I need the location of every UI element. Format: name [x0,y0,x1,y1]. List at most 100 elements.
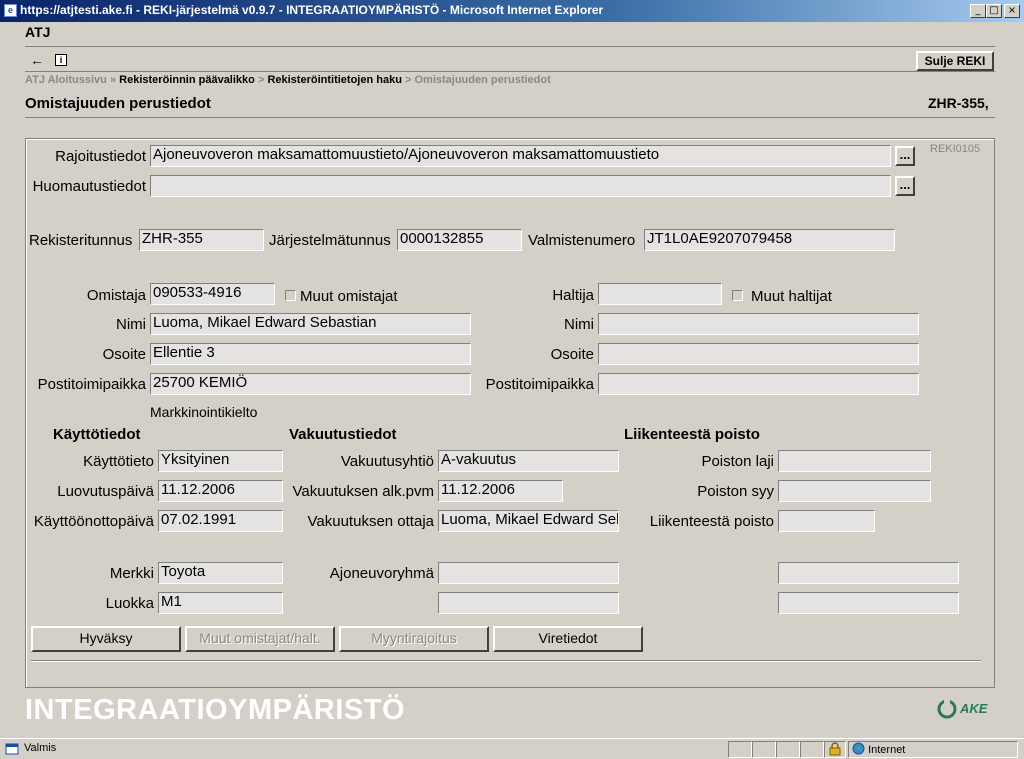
breadcrumb-item-home[interactable]: ATJ Aloitussivu [25,74,107,86]
removal-extra-field-1[interactable] [778,562,959,584]
environment-banner: INTEGRAATIOYMPÄRISTÖ [25,694,406,726]
other-owners-label: Muut omistajat [300,288,398,305]
other-holders-checkbox[interactable] [732,290,743,301]
policyholder-label: Vakuutuksen ottaja [307,513,434,530]
back-arrow-icon[interactable]: ← [30,52,44,68]
status-bar: Valmis Internet [0,738,1024,759]
lock-icon [829,742,841,756]
restriction-field[interactable]: Ajoneuvoveron maksamattomuustieto/Ajoneu… [150,145,891,167]
breadcrumb-separator: » [109,74,117,86]
notes-label: Huomautustiedot [32,178,146,195]
window-title: https://atjtesti.ake.fi - REKI-järjestel… [20,3,604,17]
status-cell [800,741,824,758]
first-use-date-label: Käyttöönottopäivä [33,513,154,530]
window-titlebar[interactable]: e https://atjtesti.ake.fi - REKI-järjest… [0,0,1024,22]
ake-logo-text: AKE [960,701,988,716]
other-owners-button[interactable]: Muut omistajat/halt. [185,626,335,652]
sales-restriction-button[interactable]: Myyntirajoitus [339,626,489,652]
usage-section-title: Käyttötiedot [53,426,141,443]
vehicle-group-field[interactable] [438,562,619,584]
owner-id-field[interactable]: 090533-4916 [150,283,275,305]
other-owners-checkbox[interactable] [285,290,296,301]
status-cell [728,741,752,758]
owner-label: Omistaja [86,287,146,304]
zone-text: Internet [868,744,906,756]
zone-cell: Internet [848,741,1018,758]
other-holders-label: Muut haltijat [751,288,832,305]
class-label: Luokka [105,595,154,612]
holder-name-label: Nimi [564,316,594,333]
breadcrumb-item-current: Omistajuuden perustiedot [414,74,551,86]
insurer-label: Vakuutusyhtiö [340,453,434,470]
restriction-label: Rajoitustiedot [55,148,146,165]
registration-field[interactable]: ZHR-355 [139,229,264,251]
pending-info-button[interactable]: Viretiedot [493,626,643,652]
owner-address-field[interactable]: Ellentie 3 [150,343,471,365]
minimize-button[interactable]: _ [970,4,986,18]
vehicle-group-extra-field[interactable] [438,592,619,614]
holder-label: Haltija [552,287,594,304]
breadcrumb-separator: > [257,74,265,86]
removal-reason-label: Poiston syy [697,483,774,500]
breadcrumb-separator: > [404,74,412,86]
holder-postal-field[interactable] [598,373,919,395]
holder-name-field[interactable] [598,313,919,335]
holder-postal-label: Postitoimipaikka [485,376,594,393]
info-icon[interactable]: i [55,54,67,66]
vin-field[interactable]: JT1L0AE9207079458 [644,229,895,251]
owner-postal-field[interactable]: 25700 KEMIÖ [150,373,471,395]
holder-address-field[interactable] [598,343,919,365]
removal-date-field[interactable] [778,510,875,532]
notes-more-button[interactable]: ... [895,176,915,196]
insurer-field[interactable]: A-vakuutus [438,450,619,472]
removal-type-field[interactable] [778,450,931,472]
ie-icon: e [4,4,17,17]
close-window-button[interactable]: × [1004,4,1020,18]
transfer-date-field[interactable]: 11.12.2006 [158,480,283,502]
globe-icon [852,742,865,755]
divider [31,660,981,662]
make-field[interactable]: Toyota [158,562,283,584]
page-plate: ZHR-355, [928,95,989,111]
close-reki-button[interactable]: Sulje REKI [916,51,994,71]
breadcrumb-item-search[interactable]: Rekisteröintitietojen haku [267,74,401,86]
status-cell [752,741,776,758]
removal-type-label: Poiston laji [701,453,774,470]
notes-field[interactable] [150,175,891,197]
page-title: Omistajuuden perustiedot [25,95,211,112]
holder-address-label: Osoite [550,346,594,363]
status-cell [776,741,800,758]
owner-address-label: Osoite [102,346,146,363]
first-use-date-field[interactable]: 07.02.1991 [158,510,283,532]
divider [25,46,995,47]
status-text: Valmis [24,742,57,754]
class-field[interactable]: M1 [158,592,283,614]
ake-logo: AKE [936,698,994,720]
approve-button[interactable]: Hyväksy [31,626,181,652]
divider [25,71,995,72]
breadcrumb: ATJ Aloitussivu » Rekisteröinnin päävali… [25,74,551,86]
removal-extra-field-2[interactable] [778,592,959,614]
divider [25,117,995,118]
owner-postal-label: Postitoimipaikka [37,376,146,393]
system-id-label: Järjestelmätunnus [269,232,391,249]
app-name: ATJ [25,24,51,40]
insurance-start-label: Vakuutuksen alk.pvm [292,483,434,500]
policyholder-field[interactable]: Luoma, Mikael Edward Sebastian [438,510,619,532]
vehicle-group-label: Ajoneuvoryhmä [329,565,434,582]
restriction-more-button[interactable]: ... [895,146,915,166]
usage-field[interactable]: Yksityinen [158,450,283,472]
insurance-start-field[interactable]: 11.12.2006 [438,480,563,502]
status-cell [824,741,846,758]
make-label: Merkki [109,565,154,582]
breadcrumb-item-main-menu[interactable]: Rekisteröinnin päävalikko [119,74,255,86]
insurance-section-title: Vakuutustiedot [289,426,397,443]
usage-label: Käyttötieto [83,453,154,470]
removal-date-label: Liikenteestä poisto [649,513,774,530]
holder-id-field[interactable] [598,283,722,305]
system-id-field[interactable]: 0000132855 [397,229,522,251]
screen-code: REKI0105 [930,143,981,155]
removal-reason-field[interactable] [778,480,931,502]
maximize-button[interactable]: □ [986,4,1002,18]
owner-name-field[interactable]: Luoma, Mikael Edward Sebastian [150,313,471,335]
